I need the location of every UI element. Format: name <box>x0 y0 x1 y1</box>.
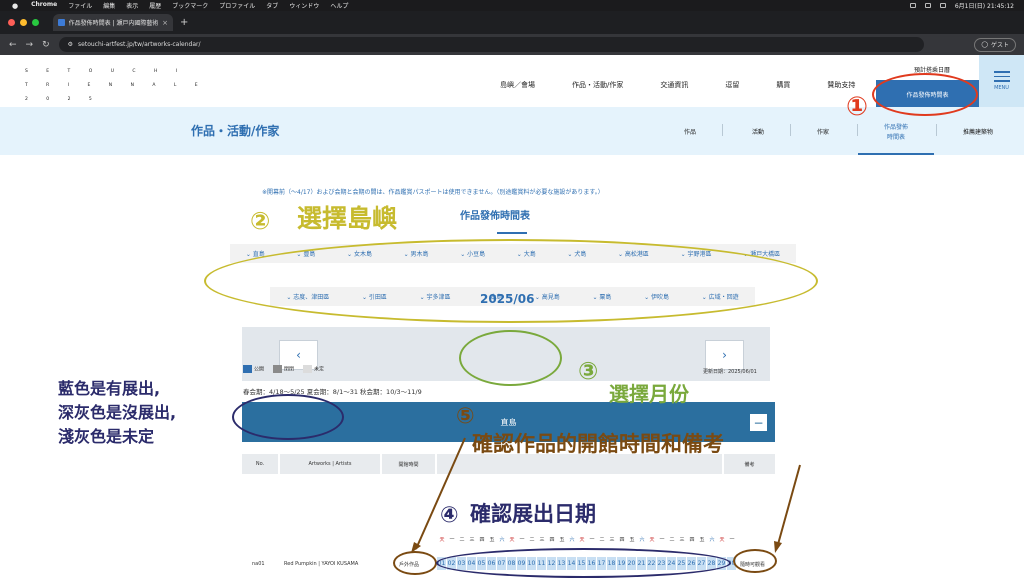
annotation-arrows <box>411 437 801 553</box>
